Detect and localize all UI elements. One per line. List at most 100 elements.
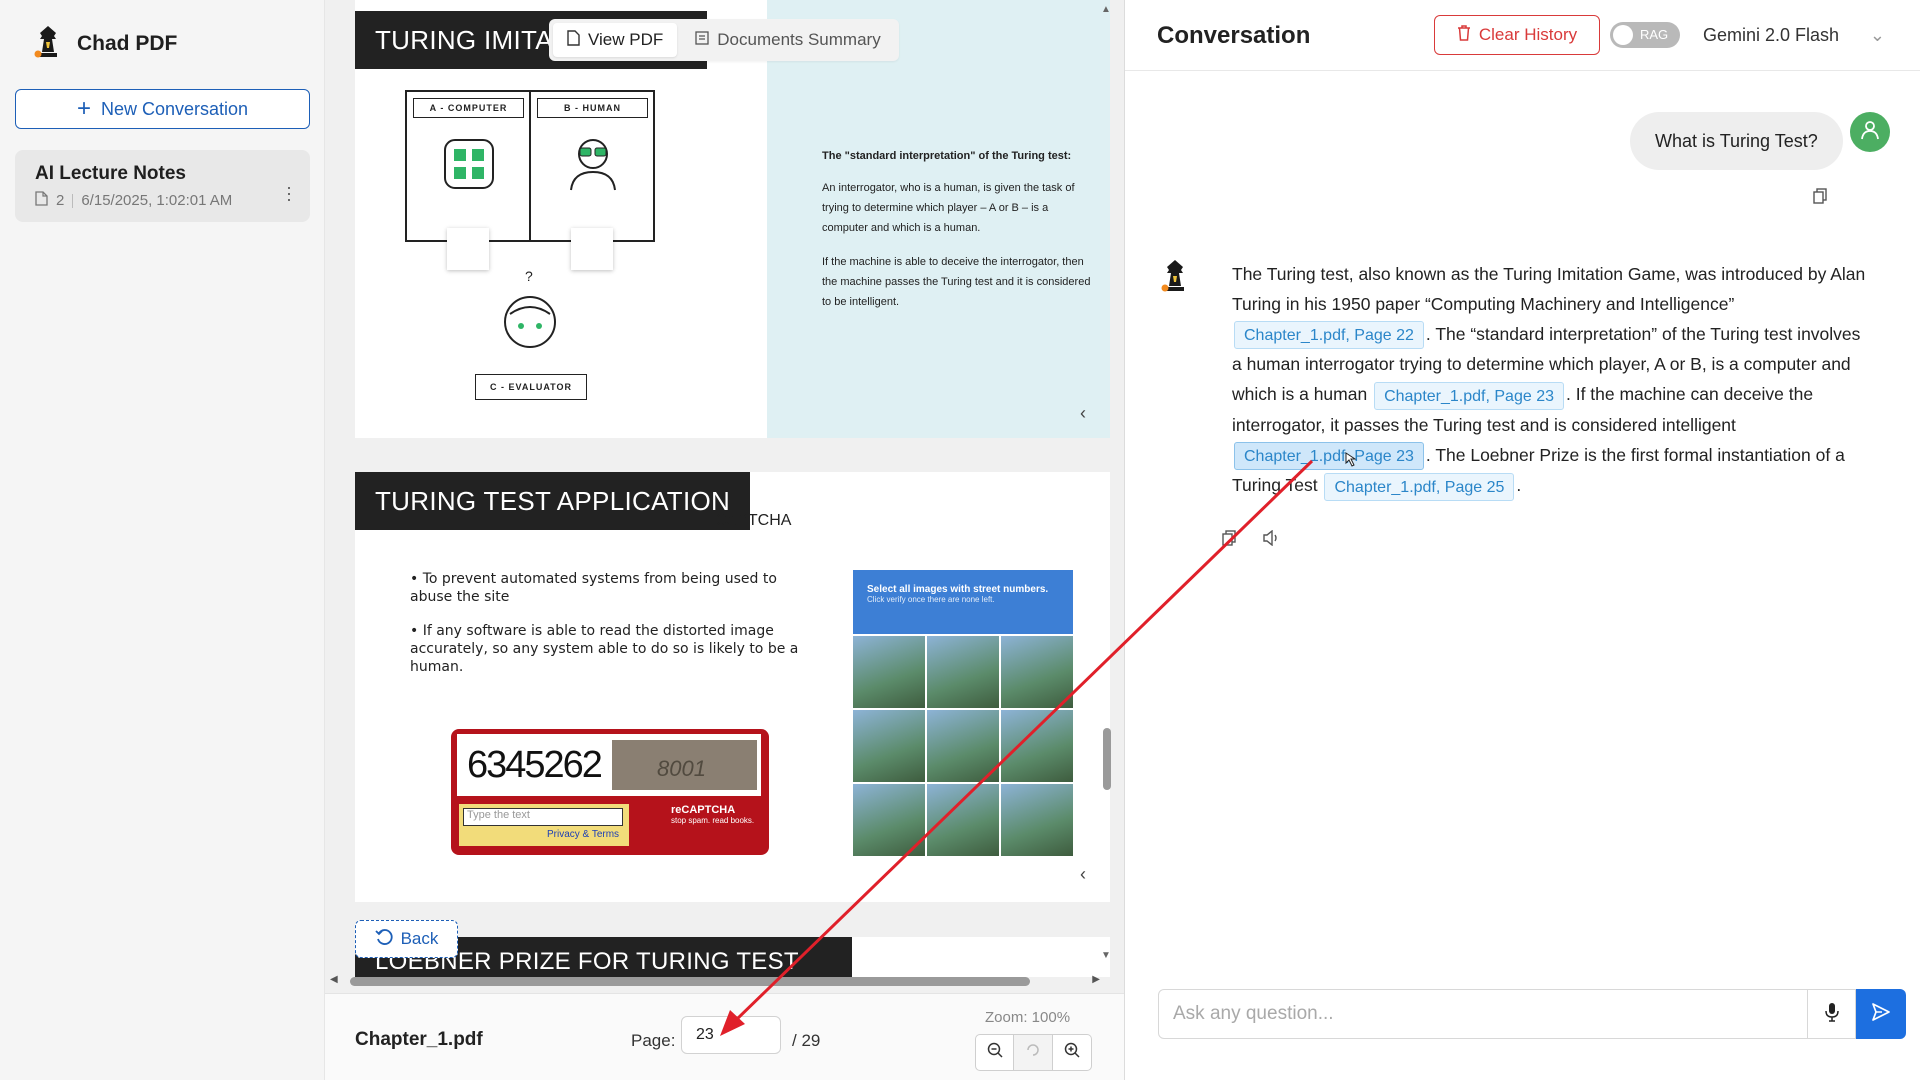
label-a-computer: A - COMPUTER — [413, 98, 524, 118]
bullet-list: • To prevent automated systems from bein… — [410, 570, 800, 692]
message-text: . — [1516, 475, 1522, 496]
panel-paragraph-2: If the machine is able to deceive the in… — [822, 256, 1091, 308]
question-input[interactable] — [1159, 990, 1807, 1038]
message-text: The Turing test, also known as the Turin… — [1232, 264, 1866, 314]
captcha-tile — [853, 636, 925, 708]
scrollbar-thumb[interactable] — [1103, 728, 1111, 790]
scroll-up-icon[interactable]: ▲ — [1101, 4, 1111, 15]
avatar — [1850, 112, 1890, 152]
horizontal-scrollbar[interactable]: ◀ ▶ — [330, 974, 1100, 988]
copy-icon[interactable] — [1222, 530, 1236, 551]
scroll-down-icon[interactable]: ▼ — [1101, 950, 1111, 961]
citation-link[interactable]: Chapter_1.pdf, Page 25 — [1324, 472, 1515, 501]
trash-icon — [1457, 24, 1471, 46]
model-select[interactable]: Gemini 2.0 Flash ⌄ — [1703, 25, 1893, 46]
bullet-item: • If any software is able to read the di… — [410, 623, 799, 675]
captcha-tile — [853, 710, 925, 782]
chess-logo-icon — [1160, 260, 1190, 296]
microphone-button[interactable] — [1807, 990, 1855, 1038]
pdf-page-25: LOEBNER PRIZE FOR TURING TEST — [355, 937, 1110, 977]
captcha-tile — [927, 784, 999, 856]
rag-label: RAG — [1640, 27, 1669, 42]
captcha-tile — [927, 636, 999, 708]
image-captcha-title: Select all images with street numbers. — [867, 584, 1049, 595]
bot-avatar — [1160, 258, 1190, 297]
image-captcha-header: Select all images with street numbers. C… — [853, 570, 1073, 634]
brand[interactable]: Chad PDF — [33, 24, 177, 63]
recaptcha-brand: reCAPTCHA — [671, 804, 736, 816]
captcha-tile — [1001, 784, 1073, 856]
scrollbar-thumb[interactable] — [350, 977, 1030, 986]
scroll-right-icon[interactable]: ▶ — [1092, 974, 1100, 985]
pdf-page-23: TURING TEST APPLICATION CAPTCHA • To pre… — [355, 472, 1110, 902]
chat-title: Conversation — [1157, 22, 1311, 49]
copy-icon[interactable] — [1813, 188, 1827, 209]
clear-history-label: Clear History — [1478, 25, 1578, 44]
human-icon — [565, 136, 621, 197]
captcha-tile — [927, 710, 999, 782]
human-terminal-icon — [571, 228, 613, 270]
scroll-left-icon[interactable]: ◀ — [330, 974, 338, 985]
file-pdf-icon — [567, 29, 580, 51]
conversation-item[interactable]: AI Lecture Notes 2 6/15/2025, 1:02:01 AM… — [15, 150, 310, 222]
plus-icon: + — [76, 95, 91, 122]
tab-label: Documents Summary — [717, 30, 881, 49]
send-button[interactable] — [1856, 989, 1906, 1039]
slide-prev-icon[interactable]: ‹ — [1080, 864, 1086, 885]
clear-history-button[interactable]: Clear History — [1434, 15, 1600, 55]
image-captcha: Select all images with street numbers. C… — [853, 570, 1073, 863]
zoom-in-icon — [1064, 1042, 1080, 1063]
captcha-tile — [1001, 636, 1073, 708]
conversation-title: AI Lecture Notes — [35, 163, 186, 184]
captcha-tile — [853, 784, 925, 856]
citation-link[interactable]: Chapter_1.pdf, Page 22 — [1234, 321, 1424, 350]
image-captcha-subtitle: Click verify once there are none left. — [867, 595, 995, 604]
chevron-down-icon: ⌄ — [1869, 25, 1885, 45]
citation-link[interactable]: Chapter_1.pdf, Page 23 — [1374, 381, 1564, 410]
evaluator-face-icon — [502, 294, 558, 355]
toggle-knob — [1613, 25, 1633, 45]
recaptcha-tagline: stop spam. read books. — [671, 816, 755, 825]
zoom-out-button[interactable] — [975, 1034, 1014, 1071]
pdf-viewer: TURING IMITAT A - COMPUTER B - HUMAN ? C… — [325, 0, 1125, 1080]
zoom-in-button[interactable] — [1053, 1034, 1092, 1071]
tab-view-pdf[interactable]: View PDF — [553, 23, 678, 57]
vertical-scrollbar[interactable]: ▲ ▼ — [1098, 0, 1114, 965]
zoom-reset-button[interactable] — [1014, 1034, 1053, 1071]
summary-icon — [695, 30, 709, 50]
send-icon — [1871, 1002, 1891, 1027]
microphone-icon — [1824, 1002, 1839, 1027]
recaptcha-logo: reCAPTCHA stop spam. read books. — [671, 804, 754, 825]
panel-title: The "standard interpretation" of the Tur… — [822, 150, 1072, 162]
slide-heading: TURING TEST APPLICATION — [355, 472, 751, 530]
interpretation-panel: The "standard interpretation" of the Tur… — [767, 0, 1110, 438]
new-conversation-button[interactable]: + New Conversation — [15, 89, 310, 129]
document-icon — [35, 191, 48, 210]
rag-toggle[interactable]: RAG — [1610, 22, 1680, 48]
panel-paragraph-1: An interrogator, who is a human, is give… — [822, 182, 1075, 234]
speaker-icon[interactable] — [1262, 529, 1280, 551]
captcha-tile — [1001, 710, 1073, 782]
back-arrow-icon — [374, 928, 393, 951]
message-actions — [1222, 529, 1280, 551]
pdf-page-22: TURING IMITAT A - COMPUTER B - HUMAN ? C… — [355, 0, 1110, 438]
app-title: Chad PDF — [77, 31, 178, 55]
image-captcha-grid — [853, 636, 1073, 856]
view-toggle: View PDF Documents Summary — [549, 19, 899, 61]
citation-link[interactable]: Chapter_1.pdf, Page 23 — [1234, 442, 1424, 471]
tab-documents-summary[interactable]: Documents Summary — [681, 23, 894, 57]
page-number-input[interactable] — [681, 1016, 781, 1054]
more-options-icon[interactable]: · · · — [286, 178, 292, 208]
back-button[interactable]: Back — [355, 920, 458, 958]
label-c-evaluator: C - EVALUATOR — [475, 374, 587, 400]
bullet-item: • To prevent automated systems from bein… — [410, 571, 777, 605]
computer-terminal-icon — [447, 228, 489, 270]
label-b-human: B - HUMAN — [537, 98, 648, 118]
captcha-image: 6345262 8001 Type the text Privacy & Ter… — [451, 729, 769, 855]
document-count: 2 — [56, 192, 65, 209]
conversation-meta: 2 6/15/2025, 1:02:01 AM — [35, 191, 290, 210]
slide-prev-icon[interactable]: ‹ — [1080, 403, 1086, 424]
captcha-scanned-text: 8001 — [657, 756, 706, 781]
chess-logo-icon — [33, 24, 63, 63]
model-value: Gemini 2.0 Flash — [1703, 25, 1840, 45]
